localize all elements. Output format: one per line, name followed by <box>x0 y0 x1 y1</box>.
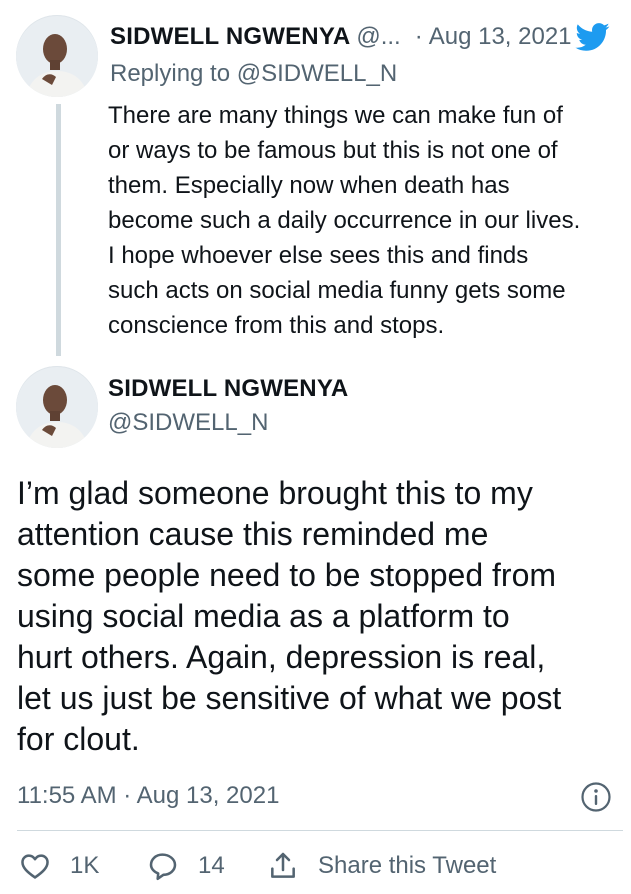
main-author-avatar[interactable] <box>16 366 98 448</box>
replying-to-label: Replying to <box>110 60 231 87</box>
header-separator: · <box>414 23 423 50</box>
main-text-line: attention cause this reminded me <box>17 516 489 552</box>
reply-text-line: them. Especially now when death has <box>108 172 510 199</box>
reply-author-avatar[interactable] <box>16 15 98 97</box>
reply-text-line: become such a daily occurrence in our li… <box>108 207 581 234</box>
heart-icon <box>21 854 49 879</box>
reply-author-name[interactable]: SIDWELL NGWENYA <box>110 21 350 53</box>
reply-text-line: such acts on social media funny gets som… <box>108 277 566 304</box>
reply-text-line: I hope whoever else sees this and finds <box>108 242 529 269</box>
info-icon[interactable] <box>580 781 612 813</box>
reply-author-handle[interactable]: @... <box>356 21 400 53</box>
main-text-line: some people need to be stopped from <box>17 557 557 593</box>
replying-to-handle[interactable]: @SIDWELL_N <box>237 60 397 87</box>
main-author-handle[interactable]: @SIDWELL_N <box>108 407 268 439</box>
like-button[interactable]: 1K <box>18 850 146 882</box>
reply-tweet-header: SIDWELL NGWENYA @... · Aug 13, 2021 <box>110 19 620 55</box>
like-count: 1K <box>70 852 100 879</box>
actions-divider <box>17 830 623 831</box>
main-tweet-text: I’m glad someone brought this to my atte… <box>17 473 623 760</box>
share-label: Share this Tweet <box>318 852 497 879</box>
share-button[interactable]: Share this Tweet <box>266 850 496 882</box>
share-icon <box>271 852 295 878</box>
reply-tweet-text: There are many things we can make fun of… <box>108 98 623 343</box>
reply-text-line: There are many things we can make fun of <box>108 102 563 129</box>
main-text-line: for clout. <box>17 721 140 757</box>
main-text-line: let us just be sensitive of what we post <box>17 680 562 716</box>
reply-tweet-date[interactable]: Aug 13, 2021 <box>429 21 572 53</box>
reply-text-line: conscience from this and stops. <box>108 312 445 339</box>
tweet-timestamp[interactable]: 11:55 AM · Aug 13, 2021 <box>17 779 279 813</box>
reply-text-line: or ways to be famous but this is not one… <box>108 137 558 164</box>
main-text-line: using social media as a platform to <box>17 598 510 634</box>
reply-count: 14 <box>198 852 225 879</box>
main-text-line: hurt others. Again, depression is real, <box>17 639 546 675</box>
main-author-name[interactable]: SIDWELL NGWENYA <box>108 373 348 405</box>
reply-button[interactable]: 14 <box>146 850 266 882</box>
thread-connector-line <box>56 104 61 356</box>
twitter-bird-icon[interactable] <box>572 19 612 55</box>
tweet-actions-bar: 1K 14 Share this Tweet <box>18 846 496 886</box>
reply-bubble-icon <box>149 853 177 881</box>
main-text-line: I’m glad someone brought this to my <box>17 475 533 511</box>
replying-to-line: Replying to @SIDWELL_N <box>110 58 397 90</box>
